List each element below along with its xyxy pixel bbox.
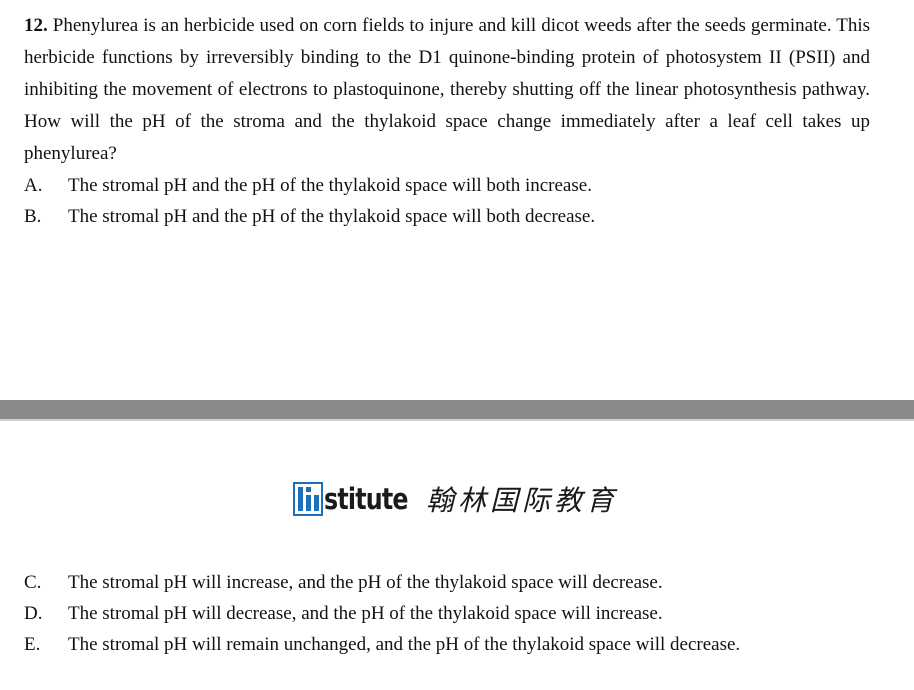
option-letter: B.	[24, 206, 42, 227]
page-divider	[0, 400, 914, 419]
option-text: The stromal pH and the pH of the thylako…	[68, 206, 596, 227]
question-number: 12.	[24, 15, 48, 36]
page-divider-shadow	[0, 419, 914, 421]
question-body: Phenylurea is an herbicide used on corn …	[24, 15, 871, 164]
option-letter: D.	[24, 603, 43, 624]
option-c: C. The stromal pH will increase, and the…	[24, 567, 740, 598]
question-text-block: 12. Phenylurea is an herbicide used on c…	[24, 10, 870, 170]
option-text: The stromal pH will increase, and the pH…	[68, 572, 663, 593]
answer-options-top: A. The stromal pH and the pH of the thyl…	[24, 170, 595, 232]
logo-chinese-text: 翰林国际教育	[426, 484, 619, 517]
answer-options-bottom: C. The stromal pH will increase, and the…	[24, 567, 740, 660]
option-d: D. The stromal pH will decrease, and the…	[24, 598, 740, 629]
logo-wordmark: stitute	[324, 482, 409, 516]
option-b: B. The stromal pH and the pH of the thyl…	[24, 201, 595, 232]
option-text: The stromal pH and the pH of the thylako…	[68, 175, 592, 196]
option-letter: A.	[24, 175, 43, 196]
option-letter: C.	[24, 572, 42, 593]
option-text: The stromal pH will remain unchanged, an…	[68, 634, 741, 655]
institute-logo: stitute 翰林国际教育	[293, 478, 618, 520]
option-letter: E.	[24, 634, 41, 655]
option-text: The stromal pH will decrease, and the pH…	[68, 603, 663, 624]
logo-mark-icon	[293, 482, 323, 516]
option-e: E. The stromal pH will remain unchanged,…	[24, 629, 740, 660]
option-a: A. The stromal pH and the pH of the thyl…	[24, 170, 595, 201]
